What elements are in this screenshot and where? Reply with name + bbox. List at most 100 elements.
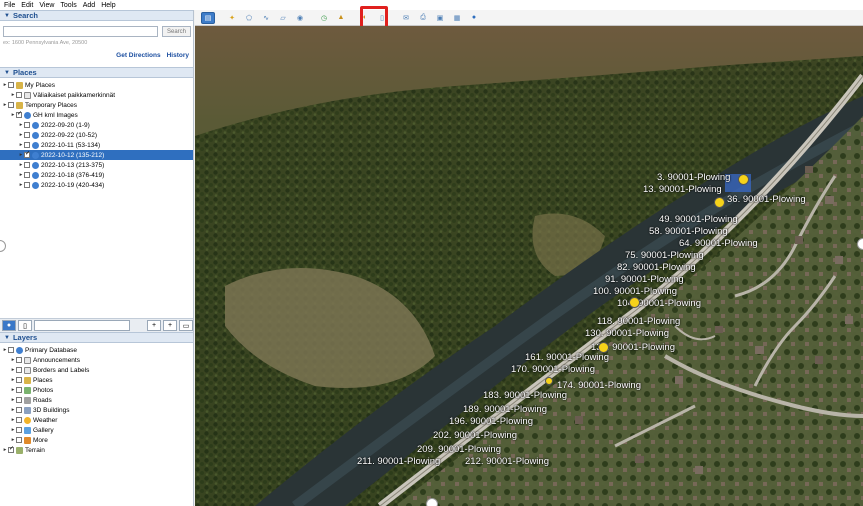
placemark-label[interactable]: 75. 90001-Plowing [625,250,704,261]
placemark-label[interactable]: 58. 90001-Plowing [649,226,728,237]
places-panel-header[interactable]: ▼ Places [0,67,193,78]
placemark-label[interactable]: 91. 90001-Plowing [605,274,684,285]
save-image-icon[interactable]: ▣ [433,12,447,24]
placemark-label[interactable]: 49. 90001-Plowing [659,214,738,225]
visibility-checkbox[interactable] [8,445,14,453]
move-up-icon[interactable]: + [147,320,161,331]
placemark-label[interactable]: 183. 90001-Plowing [483,390,567,401]
placemark-label[interactable]: 161. 90001-Plowing [525,352,609,363]
placemark-icon[interactable]: ✦ [225,12,239,24]
panel-toggle-icon[interactable]: ▯ [18,320,32,331]
tree-row[interactable]: ▸ 2022-09-22 (10-52) [0,130,193,140]
places-filter-input[interactable] [34,320,130,331]
placemark-label[interactable]: 202. 90001-Plowing [433,430,517,441]
visibility-checkbox[interactable] [16,437,22,443]
visibility-checkbox[interactable] [16,92,22,98]
visibility-checkbox[interactable] [16,387,22,393]
placemark-label[interactable]: 212. 90001-Plowing [465,456,549,467]
collapse-triangle-icon[interactable]: ▼ [4,13,10,19]
tree-row[interactable]: ▸ Announcements [0,355,193,365]
visibility-checkbox[interactable] [24,132,30,138]
map-nav-handle[interactable] [426,498,438,506]
search-input[interactable] [3,26,158,37]
placemark-label[interactable]: 82. 90001-Plowing [617,262,696,273]
tree-row[interactable]: ▸GH kml Images [0,110,193,120]
map-marker[interactable] [714,197,725,208]
menu-add[interactable]: Add [83,2,95,9]
menu-tools[interactable]: Tools [60,2,76,9]
placemark-label[interactable]: 3. 90001-Plowing [657,172,730,183]
tree-row[interactable]: ▸ Väliaikaiset paikkamerkinnät [0,90,193,100]
visibility-checkbox[interactable] [8,347,14,353]
record-tour-icon[interactable]: ◉ [293,12,307,24]
placemark-label[interactable]: 130. 90001-Plowing [585,328,669,339]
tree-row[interactable]: ▸ Weather [0,415,193,425]
map-marker[interactable] [598,342,609,353]
view-in-maps-icon[interactable]: ▦ [450,12,464,24]
visibility-checkbox[interactable] [24,122,30,128]
visibility-checkbox[interactable] [8,102,14,108]
visibility-checkbox[interactable] [16,367,22,373]
tree-row[interactable]: ▸ 2022-10-13 (213-375) [0,160,193,170]
tree-row[interactable]: ▸ 2022-10-18 (376-419) [0,170,193,180]
placemark-label[interactable]: 118. 90001-Plowing [597,316,680,327]
menu-file[interactable]: File [4,2,15,9]
visibility-checkbox[interactable] [24,150,30,158]
tree-row[interactable]: ▸Terrain [0,445,193,455]
tree-row[interactable]: ▸ Temporary Places [0,100,193,110]
visibility-checkbox[interactable] [16,110,22,118]
sidebar-toggle-icon[interactable]: ▤ [201,11,215,24]
tree-row[interactable]: ▸ Photos [0,385,193,395]
map-marker[interactable] [629,297,640,308]
email-icon[interactable]: ✉ [399,12,413,24]
map-marker[interactable] [545,377,553,385]
new-folder-icon[interactable]: ▭ [179,320,193,331]
placemark-label[interactable]: 211. 90001-Plowing [357,456,440,467]
search-places-icon[interactable]: ● [2,320,16,331]
tree-row[interactable]: ▸ Gallery [0,425,193,435]
image-overlay-icon[interactable]: ▱ [276,12,290,24]
visibility-checkbox[interactable] [24,142,30,148]
map-nav-handle[interactable] [857,238,863,250]
visibility-checkbox[interactable] [24,162,30,168]
placemark-label[interactable]: 174. 90001-Plowing [557,380,641,391]
visibility-checkbox[interactable] [16,377,22,383]
tree-row[interactable]: ▸ My Places [0,80,193,90]
tree-row[interactable]: ▸ Places [0,375,193,385]
print-icon[interactable]: ⎙ [416,12,430,24]
tree-row[interactable]: ▸ More [0,435,193,445]
tree-row[interactable]: ▸ 2022-10-19 (420-434) [0,180,193,190]
move-down-icon[interactable]: + [163,320,177,331]
menu-view[interactable]: View [39,2,54,9]
visibility-checkbox[interactable] [8,82,14,88]
search-button[interactable]: Search [162,26,191,37]
sign-in-icon[interactable]: ● [467,12,481,24]
visibility-checkbox[interactable] [16,407,22,413]
get-directions-link[interactable]: Get Directions [116,52,160,59]
sun-icon[interactable]: ▲ [334,12,348,24]
menu-edit[interactable]: Edit [21,2,33,9]
placemark-label[interactable]: 100. 90001-Plowing [593,286,677,297]
visibility-checkbox[interactable] [16,417,22,423]
map-view[interactable]: 3. 90001-Plowing 13. 90001-Plowing 36. 900… [195,26,863,506]
map-marker[interactable] [738,174,749,185]
visibility-checkbox[interactable] [16,357,22,363]
placemark-label[interactable]: 13. 90001-Plowing [643,184,722,195]
placemark-label[interactable]: 209. 90001-Plowing [417,444,501,455]
placemark-label[interactable]: 64. 90001-Plowing [679,238,758,249]
collapse-triangle-icon[interactable]: ▼ [4,70,10,76]
tree-row[interactable]: ▸ Borders and Labels [0,365,193,375]
tree-row[interactable]: ▸2022-10-12 (135-212) [0,150,193,160]
placemark-label[interactable]: 36. 90001-Plowing [727,194,806,205]
history-link[interactable]: History [167,52,189,59]
layers-panel-header[interactable]: ▼ Layers [0,332,193,343]
visibility-checkbox[interactable] [16,397,22,403]
visibility-checkbox[interactable] [24,172,30,178]
tree-row[interactable]: ▸ Roads [0,395,193,405]
placemark-label[interactable]: 189. 90001-Plowing [463,404,547,415]
tree-row[interactable]: ▸ 2022-09-20 (1-9) [0,120,193,130]
tree-row[interactable]: ▸ 3D Buildings [0,405,193,415]
menu-help[interactable]: Help [101,2,115,9]
search-panel-header[interactable]: ▼ Search [0,10,193,21]
tree-row[interactable]: ▸ 2022-10-11 (53-134) [0,140,193,150]
